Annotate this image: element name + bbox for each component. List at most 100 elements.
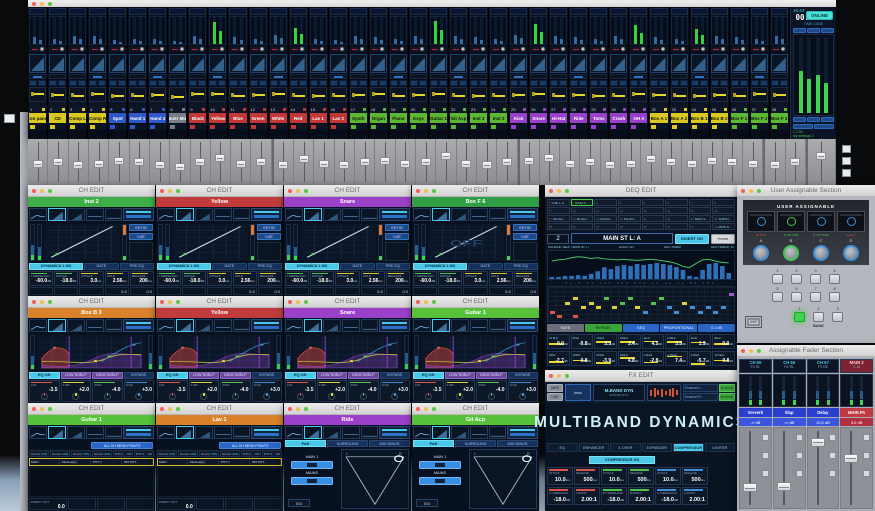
channel-gain-knob[interactable] — [711, 46, 728, 52]
fx-param-cell[interactable]: ATTACK10.0ms — [655, 467, 681, 485]
routing-button[interactable] — [291, 461, 333, 469]
eq-button[interactable]: EQ ON — [157, 372, 188, 379]
side-tool-button-2[interactable] — [842, 157, 851, 165]
channel-gain-knob[interactable] — [29, 46, 46, 52]
insert-slot[interactable]: 20Monitor… — [618, 215, 641, 222]
channel-name-label[interactable]: Box F 2 — [751, 113, 768, 123]
band-knob[interactable] — [328, 393, 335, 400]
band-square[interactable] — [643, 311, 648, 314]
eq-button[interactable]: HIGH SHELF — [92, 372, 123, 379]
dynamics1-thumbnail[interactable] — [48, 208, 66, 221]
channel-gain-knob[interactable] — [590, 46, 607, 52]
fader-cap[interactable] — [278, 161, 288, 169]
band-square[interactable] — [573, 315, 578, 318]
assignable-button[interactable] — [772, 274, 783, 284]
channel-level-slider[interactable] — [69, 87, 86, 102]
all-ch-send-points-button[interactable]: ALL CH SEND POINTS — [91, 442, 153, 449]
channel-eq-thumbnail[interactable] — [350, 54, 367, 73]
channel-eq-thumbnail[interactable] — [370, 54, 387, 73]
ch-edit-titlebar[interactable]: CH EDIT — [284, 185, 411, 197]
ch-edit-channel-name[interactable]: Inst 2 — [28, 197, 155, 207]
insert-block-thumbnail[interactable] — [507, 319, 538, 332]
channel-level-slider[interactable] — [450, 87, 467, 102]
gate-param-cell[interactable]: ATTACK3.0ms — [207, 271, 231, 287]
dynamics-tab[interactable]: DYNAMICS 1 ON — [413, 263, 467, 270]
dynamics2-thumbnail[interactable] — [67, 208, 85, 221]
insert-slot[interactable]: 2MAIN S… — [571, 199, 594, 206]
fx-param-cell[interactable]: L RATIO2.00:1 — [574, 487, 600, 505]
assignable-knob[interactable] — [843, 245, 859, 261]
band-square[interactable] — [729, 293, 734, 296]
gate-param-cell[interactable]: THRESHOLD-60.0dB — [413, 271, 437, 287]
fader-side-button[interactable] — [762, 434, 769, 441]
gate-param-cell[interactable]: RELEASE200ms — [514, 271, 538, 287]
eq-thumbnail[interactable] — [157, 426, 175, 439]
eq-button[interactable]: HIGH SHELF — [476, 372, 507, 379]
sends-thumbnail[interactable] — [105, 319, 123, 332]
fader-cap[interactable] — [134, 158, 144, 166]
insert-slot[interactable]: 11 — [594, 207, 617, 214]
ch-edit-titlebar[interactable]: CH EDIT — [412, 403, 539, 415]
gate-side-button[interactable]: KEY IN — [257, 224, 281, 231]
sends-selected-row[interactable]: MAINMix/out/grpMTX 1MIX MTX — [29, 458, 154, 466]
ch-edit-channel-name[interactable]: Yellow — [156, 197, 283, 207]
mixer-titlebar[interactable] — [28, 0, 836, 7]
delay-thumbnail[interactable] — [342, 319, 360, 332]
eq-thumbnail[interactable] — [29, 426, 47, 439]
fader-cap[interactable] — [777, 482, 791, 491]
channel-level-slider[interactable] — [350, 87, 367, 102]
channel-gain-knob[interactable] — [129, 46, 146, 52]
sends-thumbnail[interactable] — [105, 426, 123, 439]
insert-block-thumbnail[interactable] — [379, 426, 410, 439]
master-button[interactable] — [793, 117, 806, 122]
gate-param-cell[interactable]: RANGE-18.0dB — [182, 271, 206, 287]
geq-band-cell[interactable]: 315Hz-3.9dB — [594, 351, 617, 366]
ch-edit-titlebar[interactable]: CH EDIT — [28, 296, 155, 308]
band-square[interactable] — [667, 306, 672, 309]
pan-tab[interactable]: MIX MINUS — [369, 440, 410, 447]
channel-name-label[interactable]: Crash — [610, 113, 627, 123]
fader-cap[interactable] — [790, 158, 800, 166]
eq-thumbnail[interactable] — [413, 426, 431, 439]
band-square[interactable] — [721, 306, 726, 309]
pan-display[interactable]: LR — [341, 449, 409, 509]
all-ch-send-points-button[interactable]: ALL CH SEND POINTS — [219, 442, 281, 449]
channel-name-label[interactable]: Kick — [510, 113, 527, 123]
channel-eq-thumbnail[interactable] — [771, 54, 788, 73]
insert-slot[interactable]: 29 — [642, 223, 665, 230]
channel-level-slider[interactable] — [570, 87, 587, 102]
insert-block-thumbnail[interactable] — [251, 208, 282, 221]
insert-slot[interactable]: 16 — [712, 207, 735, 214]
fx-param-cell[interactable]: L THRESHOLD-18.0dB — [547, 487, 573, 505]
eq-thumbnail[interactable] — [413, 319, 431, 332]
channel-eq-thumbnail[interactable] — [751, 54, 768, 73]
fader-cap[interactable] — [844, 454, 858, 463]
band-square[interactable] — [706, 306, 711, 309]
channel-level-slider[interactable] — [189, 87, 206, 102]
channel-gain-knob[interactable] — [410, 46, 427, 52]
channel-name-label[interactable]: Lav 1 — [310, 113, 327, 123]
eq-band-cell[interactable]: 1.00k+2.0 — [317, 380, 348, 403]
channel-eq-thumbnail[interactable] — [711, 54, 728, 73]
channel-level-slider[interactable] — [270, 87, 287, 102]
fader-cap[interactable] — [727, 158, 737, 166]
channel-eq-thumbnail[interactable] — [610, 54, 627, 73]
channel-gain-knob[interactable] — [189, 46, 206, 52]
pan-value[interactable]: 0.0 — [288, 499, 310, 507]
fx-param-cell[interactable]: H THRESHOLD-18.0dB — [655, 487, 681, 505]
gate-param-cell[interactable]: HOLD2.56ms — [489, 271, 513, 287]
band-knob[interactable] — [425, 393, 432, 400]
insert-slot[interactable]: 19Monitor… — [594, 215, 617, 222]
fader-cap[interactable] — [256, 158, 266, 166]
insert-slot[interactable]: 10 — [571, 207, 594, 214]
ch-edit-titlebar[interactable]: CH EDIT — [412, 296, 539, 308]
fader-cap[interactable] — [687, 160, 697, 168]
insert-slot[interactable]: 12 — [618, 207, 641, 214]
fader-side-button[interactable] — [863, 470, 870, 477]
channel-level-slider[interactable] — [550, 87, 567, 102]
fader-cap[interactable] — [811, 438, 825, 447]
delay-thumbnail[interactable] — [342, 208, 360, 221]
fx-tab[interactable]: ENHANCER — [579, 443, 610, 452]
gate-side-button[interactable]: KEY IN — [129, 224, 153, 231]
delay-thumbnail[interactable] — [470, 426, 488, 439]
